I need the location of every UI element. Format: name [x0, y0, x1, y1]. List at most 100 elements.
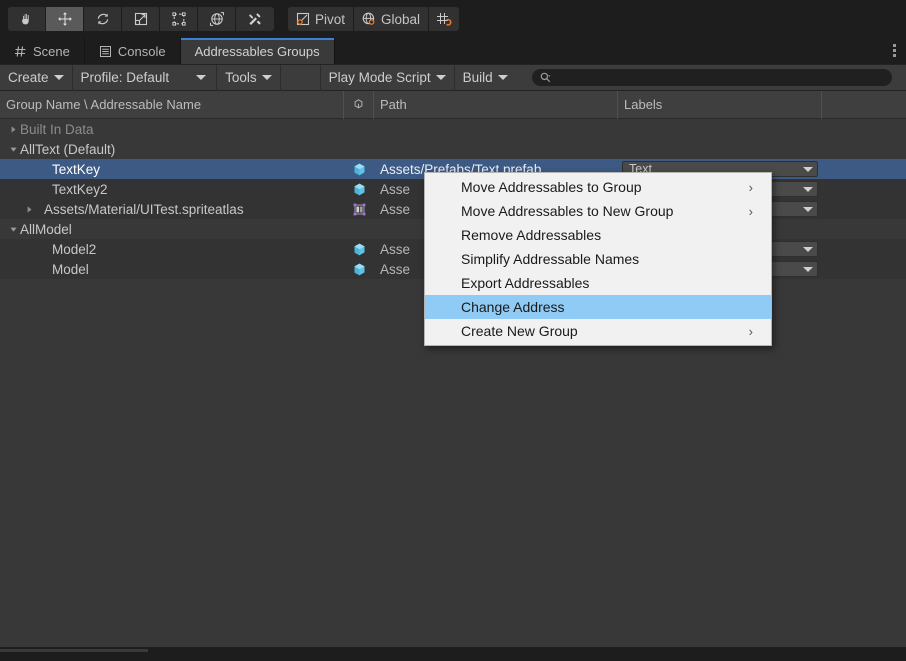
chevron-down-icon	[803, 266, 813, 272]
globe-icon	[362, 12, 375, 25]
tree-row-name-cell: AllText (Default)	[0, 139, 344, 159]
tree-row-icon-cell	[344, 242, 374, 257]
tree-column-headers: Group Name \ Addressable Name Path Label…	[0, 90, 906, 119]
context-menu-item-export-addressables[interactable]: Export Addressables	[425, 271, 771, 295]
chevron-down-icon	[803, 166, 813, 172]
context-menu-item-label: Simplify Addressable Names	[461, 251, 640, 267]
prefab-icon	[354, 263, 364, 275]
grid-snap-button[interactable]	[429, 7, 460, 31]
search-box[interactable]	[531, 69, 892, 86]
spriteatlas-icon	[353, 203, 365, 215]
chevron-right-icon[interactable]	[22, 205, 36, 214]
chevron-down-icon	[803, 186, 813, 192]
context-menu-item-simplify-addressable-names[interactable]: Simplify Addressable Names	[425, 247, 771, 271]
column-header-path[interactable]: Path	[374, 90, 618, 119]
create-dropdown-button[interactable]: Create	[0, 64, 73, 91]
grid-snap-icon	[437, 13, 452, 26]
editor-toolbar: Pivot Global	[0, 0, 906, 38]
context-menu-item-label: Export Addressables	[461, 275, 590, 291]
pivot-toggle-button[interactable]: Pivot	[288, 7, 355, 31]
context-menu-item-remove-addressables[interactable]: Remove Addressables	[425, 223, 771, 247]
tree-row-label: Assets/Material/UITest.spriteatlas	[44, 201, 244, 217]
transform-tools-group	[8, 7, 274, 31]
prefab-icon	[354, 243, 364, 255]
chevron-right-icon: ›	[748, 179, 753, 195]
context-menu-item-move-addressables-to-new-group[interactable]: Move Addressables to New Group ›	[425, 199, 771, 223]
panel-options-menu-button[interactable]	[893, 44, 896, 57]
global-toggle-button[interactable]: Global	[354, 7, 430, 31]
chevron-down-icon	[261, 75, 272, 80]
handle-options-group: Pivot Global	[288, 7, 460, 31]
move-tool-button[interactable]	[46, 7, 84, 31]
tab-console-label: Console	[117, 43, 166, 59]
prefab-icon	[354, 163, 364, 175]
column-header-extra	[822, 91, 906, 119]
tree-row-name-cell: AllModel	[0, 219, 344, 239]
play-mode-script-dropdown-button[interactable]: Play Mode Script	[321, 64, 455, 91]
context-menu-item-label: Create New Group	[461, 323, 578, 339]
tree-row-icon-cell	[344, 182, 374, 197]
tab-addressables-groups[interactable]: Addressables Groups	[180, 38, 335, 64]
rect-transform-tool-button[interactable]	[160, 7, 198, 31]
custom-editor-tool-button[interactable]	[236, 7, 274, 31]
tree-row-label: Built In Data	[20, 121, 94, 137]
build-dropdown-button[interactable]: Build	[455, 65, 516, 91]
chevron-down-icon[interactable]	[6, 225, 20, 234]
column-header-labels[interactable]: Labels	[618, 90, 822, 119]
column-header-asset-icon[interactable]	[344, 90, 374, 119]
profile-dropdown-button[interactable]: Profile: Default	[73, 64, 218, 91]
context-menu-item-move-addressables-to-group[interactable]: Move Addressables to Group ›	[425, 175, 771, 199]
tree-row-label: Model2	[52, 241, 97, 257]
tab-addressables-groups-label: Addressables Groups	[194, 43, 320, 59]
tools-dropdown-button[interactable]: Tools	[217, 64, 281, 91]
tab-console[interactable]: Console	[85, 38, 181, 64]
tree-row-built-in-data[interactable]: Built In Data	[0, 119, 906, 139]
chevron-down-icon	[196, 75, 207, 80]
global-label: Global	[381, 11, 421, 27]
chevron-down-icon	[53, 75, 64, 80]
context-menu-item-change-address[interactable]: Change Address	[425, 295, 771, 319]
tree-row-icon-cell	[344, 202, 374, 217]
column-header-group-name-label: Group Name \ Addressable Name	[6, 97, 202, 112]
column-header-path-label: Path	[380, 97, 407, 112]
rotate-tool-button[interactable]	[84, 7, 122, 31]
context-menu-item-create-new-group[interactable]: Create New Group ›	[425, 319, 771, 343]
grid-icon	[15, 45, 26, 57]
create-label: Create	[8, 70, 49, 85]
chevron-down-icon[interactable]	[6, 145, 20, 154]
status-bar-resize-handle[interactable]	[0, 649, 148, 652]
tree-row-icon-cell	[344, 262, 374, 277]
column-header-group-name[interactable]: Group Name \ Addressable Name	[0, 90, 344, 119]
chevron-down-icon	[435, 75, 446, 80]
tree-row-name-cell: Assets/Material/UITest.spriteatlas	[0, 199, 344, 219]
tree-row-icon-cell	[344, 162, 374, 177]
pivot-icon	[296, 12, 310, 26]
transform-tool-button[interactable]	[198, 7, 236, 31]
chevron-down-icon	[497, 75, 508, 80]
search-icon	[540, 72, 551, 83]
asset-type-icon	[354, 99, 363, 109]
tree-row-name-cell: Built In Data	[0, 119, 344, 139]
chevron-down-icon	[803, 246, 813, 252]
tree-row-label: Model	[52, 261, 89, 277]
hand-tool-button[interactable]	[8, 7, 46, 31]
context-menu-item-label: Change Address	[461, 299, 565, 315]
tree-row-name-cell: Model2	[0, 239, 344, 259]
search-input[interactable]	[554, 71, 884, 84]
tree-row-label: AllText (Default)	[20, 141, 116, 157]
status-bar	[0, 647, 906, 661]
prefab-icon	[354, 183, 364, 195]
context-menu: Move Addressables to Group › Move Addres…	[424, 172, 772, 346]
chevron-right-icon: ›	[748, 203, 753, 219]
scale-tool-button[interactable]	[122, 7, 160, 31]
tree-row-label: TextKey	[52, 161, 101, 177]
tree-row-alltext-group[interactable]: AllText (Default)	[0, 139, 906, 159]
context-menu-item-label: Move Addressables to New Group	[461, 203, 674, 219]
chevron-down-icon	[803, 206, 813, 212]
tree-row-label: TextKey2	[52, 181, 108, 197]
toolbar-spacer	[281, 64, 321, 91]
tab-scene[interactable]: Scene	[0, 38, 85, 64]
chevron-right-icon[interactable]	[6, 125, 20, 134]
context-menu-item-label: Remove Addressables	[461, 227, 602, 243]
unity-editor-window: Pivot Global Scene Console Addressables …	[0, 0, 906, 661]
